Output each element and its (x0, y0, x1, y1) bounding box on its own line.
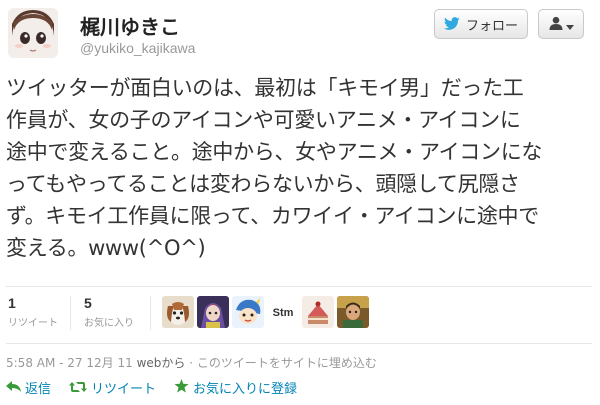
stm-logo-text: Stm (273, 307, 294, 319)
favorite-count: 5 (84, 295, 92, 311)
twitter-bird-icon (443, 15, 460, 34)
timestamp-link[interactable]: 5:58 AM - 27 12月 11 (6, 356, 133, 370)
tweet-line: ツイッターが面白いのは、最初は「キモイ男」だった工 (6, 76, 524, 100)
star-icon (174, 378, 189, 397)
tweet-line: 変える。www(^O^) (6, 236, 206, 260)
stm-logo-avatar[interactable]: Stm (267, 296, 299, 328)
reply-action[interactable]: 返信 (6, 378, 51, 397)
divider (150, 296, 151, 330)
embed-link[interactable]: · このツイートをサイトに埋め込む (189, 356, 377, 370)
chevron-down-icon (565, 15, 574, 34)
favorite-count-label: お気に入り (84, 318, 134, 329)
follow-button-label: フォロー (465, 18, 518, 34)
tweet-line: ず。キモイ工作員に限って、カワイイ・アイコンに途中で (6, 204, 539, 228)
tweet-line: ってもやってることは変わらないから、頭隠して尻隠さ (6, 172, 520, 196)
source-link[interactable]: webから (137, 356, 186, 370)
divider (70, 296, 71, 330)
retweet-label: リツイート (91, 382, 157, 397)
tweet-actions: 返信 リツイート お気に入りに登録 (6, 378, 297, 397)
anime-avatar[interactable] (197, 296, 229, 328)
tweet-line: 作員が、女の子のアイコンや可愛いアニメ・アイコンに (6, 108, 521, 132)
retweet-icon (69, 378, 88, 397)
user-handle[interactable]: @yukiko_kajikawa (80, 40, 195, 56)
tweet-line: 途中で変えること。途中から、女やアニメ・アイコンにな (6, 140, 543, 164)
retweet-count: 1 (8, 295, 16, 311)
sweets-avatar[interactable] (302, 296, 334, 328)
follow-button[interactable]: フォロー (434, 9, 528, 39)
reply-label: 返信 (25, 382, 52, 397)
portrait-avatar[interactable] (337, 296, 369, 328)
divider (6, 343, 592, 344)
retweet-count-label: リツイート (8, 318, 58, 329)
profile-avatar[interactable] (8, 8, 58, 58)
favorite-action[interactable]: お気に入りに登録 (174, 378, 297, 397)
display-name[interactable]: 梶川ゆきこ (80, 11, 180, 40)
tweet-card: 梶川ゆきこ @yukiko_kajikawa フォロー ツイッターが面白いのは、… (0, 0, 600, 405)
favoriter-avatars: Stm (162, 296, 369, 328)
favorite-label: お気に入りに登録 (193, 382, 298, 397)
retweet-count-stat[interactable]: 1 リツイート (8, 295, 58, 329)
reply-icon (6, 378, 21, 397)
cartoon-avatar[interactable] (232, 296, 264, 328)
divider (6, 286, 592, 287)
favorite-count-stat[interactable]: 5 お気に入り (84, 295, 134, 329)
tweet-text: ツイッターが面白いのは、最初は「キモイ男」だった工 作員が、女の子のアイコンや可… (6, 72, 594, 264)
tweet-meta: 5:58 AM - 27 12月 11 webから · このツイートをサイトに埋… (6, 354, 377, 371)
user-icon (549, 15, 563, 34)
user-actions-button[interactable] (538, 9, 584, 39)
dog-avatar[interactable] (162, 296, 194, 328)
retweet-action[interactable]: リツイート (69, 378, 156, 397)
